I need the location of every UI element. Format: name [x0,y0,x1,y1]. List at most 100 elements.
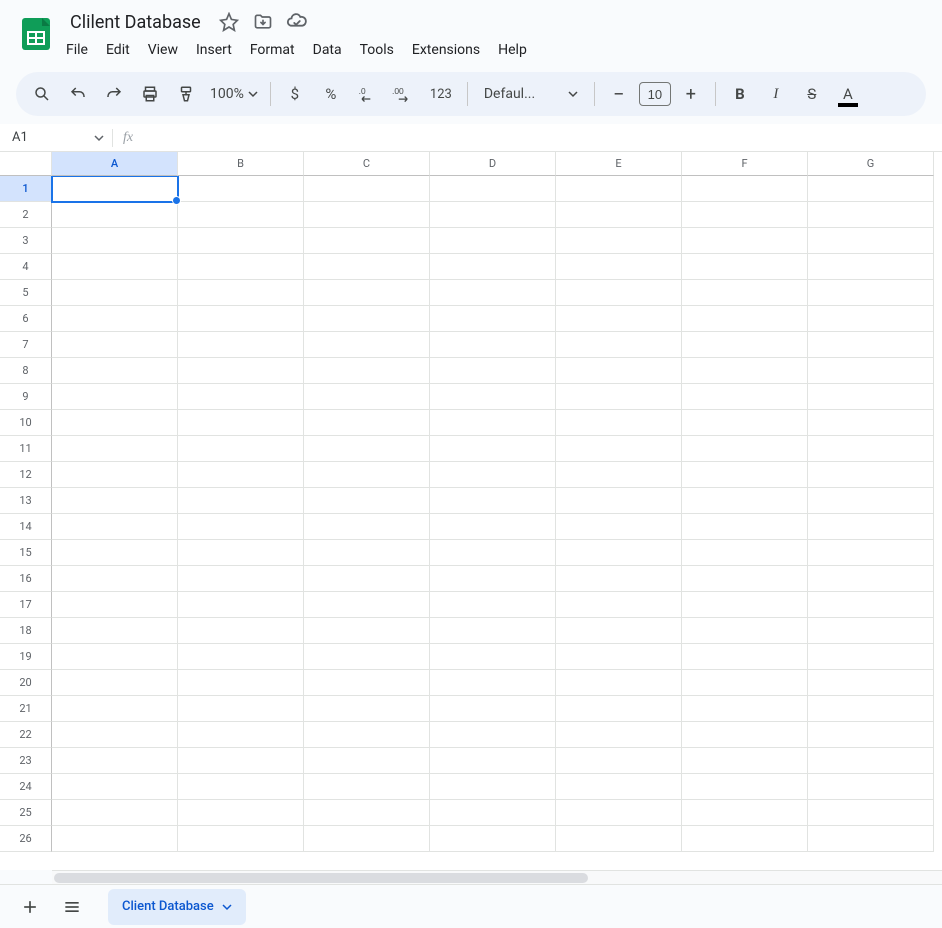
bold-button[interactable]: B [724,78,756,110]
row-header[interactable]: 7 [0,332,52,358]
percent-button[interactable]: % [315,78,347,110]
cell[interactable] [430,696,556,722]
cell[interactable] [556,670,682,696]
cell[interactable] [682,514,808,540]
cell[interactable] [682,540,808,566]
cell[interactable] [808,748,934,774]
cell[interactable] [430,332,556,358]
cell[interactable] [808,514,934,540]
cell[interactable] [178,436,304,462]
cell[interactable] [52,254,178,280]
row-header[interactable]: 17 [0,592,52,618]
cell[interactable] [52,540,178,566]
search-icon[interactable] [26,78,58,110]
sheet-tab-active[interactable]: Client Database [108,889,246,925]
cell[interactable] [682,670,808,696]
menu-format[interactable]: Format [242,38,303,62]
cell[interactable] [304,670,430,696]
cell[interactable] [178,514,304,540]
cell[interactable] [556,410,682,436]
cell[interactable] [178,540,304,566]
cell[interactable] [808,826,934,852]
cell[interactable] [178,748,304,774]
cell[interactable] [808,592,934,618]
menu-view[interactable]: View [140,38,186,62]
cell[interactable] [682,306,808,332]
row-header[interactable]: 15 [0,540,52,566]
cell[interactable] [682,800,808,826]
cell[interactable] [682,644,808,670]
cell[interactable] [556,254,682,280]
cell[interactable] [556,722,682,748]
italic-button[interactable]: I [760,78,792,110]
cell[interactable] [430,774,556,800]
cell[interactable] [430,488,556,514]
cell[interactable] [304,748,430,774]
cell[interactable] [178,358,304,384]
cell[interactable] [682,748,808,774]
cell[interactable] [556,332,682,358]
cell[interactable] [52,696,178,722]
currency-button[interactable]: $ [279,78,311,110]
col-header[interactable]: D [430,152,556,176]
cell[interactable] [178,410,304,436]
name-box[interactable]: A1 [0,130,112,145]
cell[interactable] [430,384,556,410]
menu-file[interactable]: File [58,38,96,62]
cell[interactable] [178,722,304,748]
cell[interactable] [808,306,934,332]
cell[interactable] [52,332,178,358]
undo-icon[interactable] [62,78,94,110]
select-all-corner[interactable] [0,152,52,176]
row-header[interactable]: 11 [0,436,52,462]
cell[interactable] [52,826,178,852]
cell[interactable] [430,436,556,462]
cell[interactable] [178,670,304,696]
sheets-logo[interactable] [16,14,56,54]
cell[interactable] [682,618,808,644]
cell[interactable] [556,826,682,852]
font-family-dropdown[interactable]: Defaul... [476,86,586,102]
horizontal-scrollbar[interactable] [52,870,942,884]
cell[interactable] [178,176,304,202]
cell[interactable] [556,358,682,384]
col-header[interactable]: F [682,152,808,176]
cell[interactable] [304,306,430,332]
redo-icon[interactable] [98,78,130,110]
cell[interactable] [178,696,304,722]
cell[interactable] [430,748,556,774]
doc-title[interactable]: Clilent Database [64,10,207,35]
paint-format-icon[interactable] [170,78,202,110]
cell[interactable] [808,618,934,644]
cell[interactable] [430,358,556,384]
menu-help[interactable]: Help [490,38,535,62]
cell[interactable] [430,280,556,306]
row-header[interactable]: 2 [0,202,52,228]
decrease-decimal-icon[interactable]: .0 [351,78,383,110]
strikethrough-button[interactable]: S [796,78,828,110]
cell[interactable] [304,202,430,228]
cell[interactable] [808,670,934,696]
cell[interactable] [808,384,934,410]
cell[interactable] [304,488,430,514]
cell[interactable] [304,566,430,592]
col-header[interactable]: G [808,152,934,176]
row-header[interactable]: 6 [0,306,52,332]
menu-extensions[interactable]: Extensions [404,38,488,62]
cell[interactable] [304,462,430,488]
cell[interactable] [178,306,304,332]
cell[interactable] [556,228,682,254]
cell[interactable] [808,800,934,826]
cell[interactable] [682,280,808,306]
cell[interactable] [556,176,682,202]
cell[interactable] [430,644,556,670]
cell[interactable] [808,696,934,722]
cell[interactable] [682,228,808,254]
row-header[interactable]: 22 [0,722,52,748]
cell[interactable] [808,202,934,228]
cell[interactable] [52,462,178,488]
cell[interactable] [304,410,430,436]
cell[interactable] [304,592,430,618]
cell[interactable] [52,202,178,228]
cell[interactable] [682,462,808,488]
